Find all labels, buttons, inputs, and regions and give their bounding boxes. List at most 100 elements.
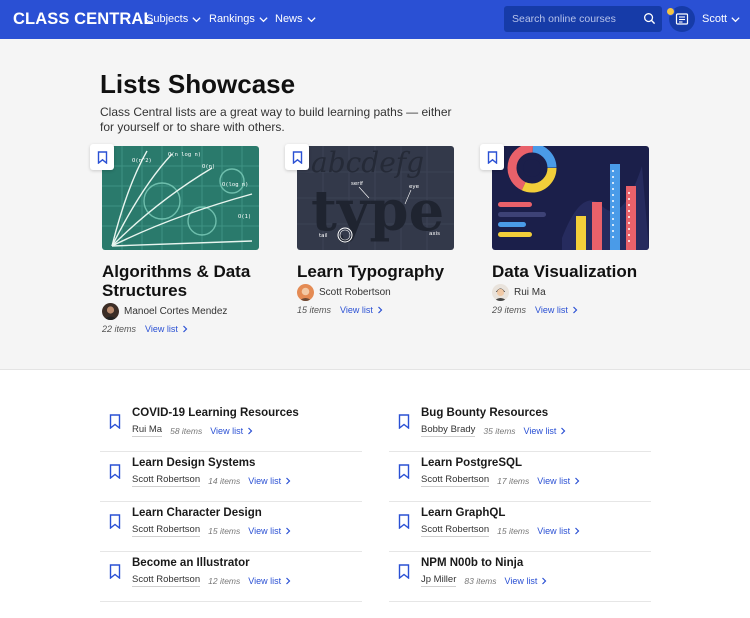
chevron-right-icon [286, 477, 291, 484]
list-item[interactable]: NPM N00b to Ninja Jp Miller 83 items Vie… [389, 552, 651, 602]
list-title[interactable]: Learn GraphQL [421, 507, 505, 519]
user-menu[interactable]: Scott [702, 13, 741, 25]
list-title[interactable]: Learn Character Design [132, 507, 262, 519]
avatar [102, 303, 119, 320]
search-icon[interactable] [643, 12, 656, 25]
list-author[interactable]: Scott Robertson [421, 524, 490, 537]
bookmark-icon[interactable] [398, 414, 410, 429]
showcase-card[interactable]: abcdefg type serif eye tail axis Learn T… [285, 144, 457, 315]
bookmark-icon [97, 150, 107, 164]
list-author[interactable]: Scott Robertson [421, 474, 490, 487]
view-list-label: View list [145, 324, 178, 334]
card-title[interactable]: Learn Typography [297, 262, 457, 281]
list-meta: Scott Robertson 15 items View list [132, 524, 291, 537]
list-meta: Rui Ma 58 items View list [132, 424, 253, 437]
nav-rankings[interactable]: Rankings [209, 13, 269, 25]
card-author-name: Rui Ma [514, 287, 546, 298]
chevron-down-icon [306, 16, 316, 22]
card-thumbnail[interactable] [492, 146, 649, 250]
bookmark-button[interactable] [285, 144, 309, 170]
bookmark-icon[interactable] [398, 514, 410, 529]
search-box [504, 6, 662, 32]
bookmark-icon[interactable] [109, 414, 121, 429]
list-author[interactable]: Jp Miller [421, 574, 457, 587]
card-author-name: Manoel Cortes Mendez [124, 306, 228, 317]
bookmark-icon[interactable] [109, 564, 121, 579]
view-list-link[interactable]: View list [524, 426, 567, 436]
bookmark-button[interactable] [480, 144, 504, 170]
view-list-link[interactable]: View list [145, 324, 188, 334]
list-item[interactable]: Learn Character Design Scott Robertson 1… [100, 502, 362, 552]
thumb-label: eye [409, 184, 420, 190]
list-title[interactable]: Learn Design Systems [132, 457, 255, 469]
list-item[interactable]: Bug Bounty Resources Bobby Brady 35 item… [389, 402, 651, 452]
view-list-link[interactable]: View list [537, 526, 580, 536]
nav-news-label: News [275, 13, 303, 25]
list-author[interactable]: Bobby Brady [421, 424, 476, 437]
thumb-label: serif [351, 181, 364, 187]
list-author[interactable]: Scott Robertson [132, 524, 201, 537]
list-item[interactable]: Learn Design Systems Scott Robertson 14 … [100, 452, 362, 502]
avatar [297, 284, 314, 301]
chevron-right-icon [572, 306, 578, 314]
bookmark-icon[interactable] [398, 564, 410, 579]
nav-news[interactable]: News [275, 13, 317, 25]
list-author[interactable]: Rui Ma [132, 424, 163, 437]
card-title[interactable]: Algorithms & Data Structures [102, 262, 262, 300]
list-title[interactable]: NPM N00b to Ninja [421, 557, 523, 569]
view-list-label: View list [523, 425, 557, 436]
view-list-link[interactable]: View list [210, 426, 253, 436]
chevron-right-icon [561, 427, 566, 434]
view-list-link[interactable]: View list [340, 305, 383, 315]
list-item[interactable]: Learn GraphQL Scott Robertson 15 items V… [389, 502, 651, 552]
chevron-right-icon [286, 527, 291, 534]
item-count: 83 items [464, 575, 497, 586]
bookmark-icon[interactable] [109, 514, 121, 529]
bookmark-icon[interactable] [398, 464, 410, 479]
list-title[interactable]: Bug Bounty Resources [421, 407, 548, 419]
chevron-right-icon [286, 577, 291, 584]
chevron-right-icon [542, 577, 547, 584]
list-item[interactable]: COVID-19 Learning Resources Rui Ma 58 it… [100, 402, 362, 452]
search-input[interactable] [504, 13, 634, 25]
card-thumbnail[interactable]: abcdefg type serif eye tail axis [297, 146, 454, 250]
card-author[interactable]: Rui Ma [492, 284, 652, 301]
notification-dot [666, 7, 675, 16]
list-title[interactable]: COVID-19 Learning Resources [132, 407, 299, 419]
view-list-link[interactable]: View list [537, 476, 580, 486]
view-list-link[interactable]: View list [248, 526, 291, 536]
showcase-card[interactable]: Data Visualization Rui Ma 29 items View … [480, 144, 652, 315]
showcase-card[interactable]: O(n^2) O(n log n) O(n) O(log n) O(1) Alg… [90, 144, 262, 334]
bookmark-icon[interactable] [109, 464, 121, 479]
nav-rankings-label: Rankings [209, 13, 255, 25]
avatar [492, 284, 509, 301]
logo[interactable]: CLASS CENTRAL [13, 10, 154, 29]
item-count: 15 items [297, 305, 332, 315]
item-count: 15 items [497, 525, 530, 536]
bookmark-button[interactable] [90, 144, 114, 170]
card-thumbnail[interactable]: O(n^2) O(n log n) O(n) O(log n) O(1) [102, 146, 259, 250]
item-count: 22 items [102, 324, 137, 334]
list-author[interactable]: Scott Robertson [132, 574, 201, 587]
list-title[interactable]: Become an Illustrator [132, 557, 250, 569]
list-author[interactable]: Scott Robertson [132, 474, 201, 487]
card-author[interactable]: Manoel Cortes Mendez [102, 303, 262, 320]
view-list-link[interactable]: View list [535, 305, 578, 315]
bookmark-icon [292, 150, 302, 164]
item-count: 15 items [208, 525, 241, 536]
card-author[interactable]: Scott Robertson [297, 284, 457, 301]
list-meta: Bobby Brady 35 items View list [421, 424, 566, 437]
list-item[interactable]: Learn PostgreSQL Scott Robertson 17 item… [389, 452, 651, 502]
nav-subjects[interactable]: Subjects [146, 13, 202, 25]
view-list-link[interactable]: View list [505, 576, 548, 586]
card-title[interactable]: Data Visualization [492, 262, 652, 281]
view-list-link[interactable]: View list [248, 476, 291, 486]
view-list-link[interactable]: View list [248, 576, 291, 586]
list-meta: Scott Robertson 15 items View list [421, 524, 580, 537]
list-item[interactable]: Become an Illustrator Scott Robertson 12… [100, 552, 362, 602]
view-list-label: View list [537, 525, 571, 536]
view-list-label: View list [504, 575, 538, 586]
chevron-right-icon [182, 325, 188, 333]
thumb-label: abcdefg [311, 146, 424, 179]
list-title[interactable]: Learn PostgreSQL [421, 457, 522, 469]
